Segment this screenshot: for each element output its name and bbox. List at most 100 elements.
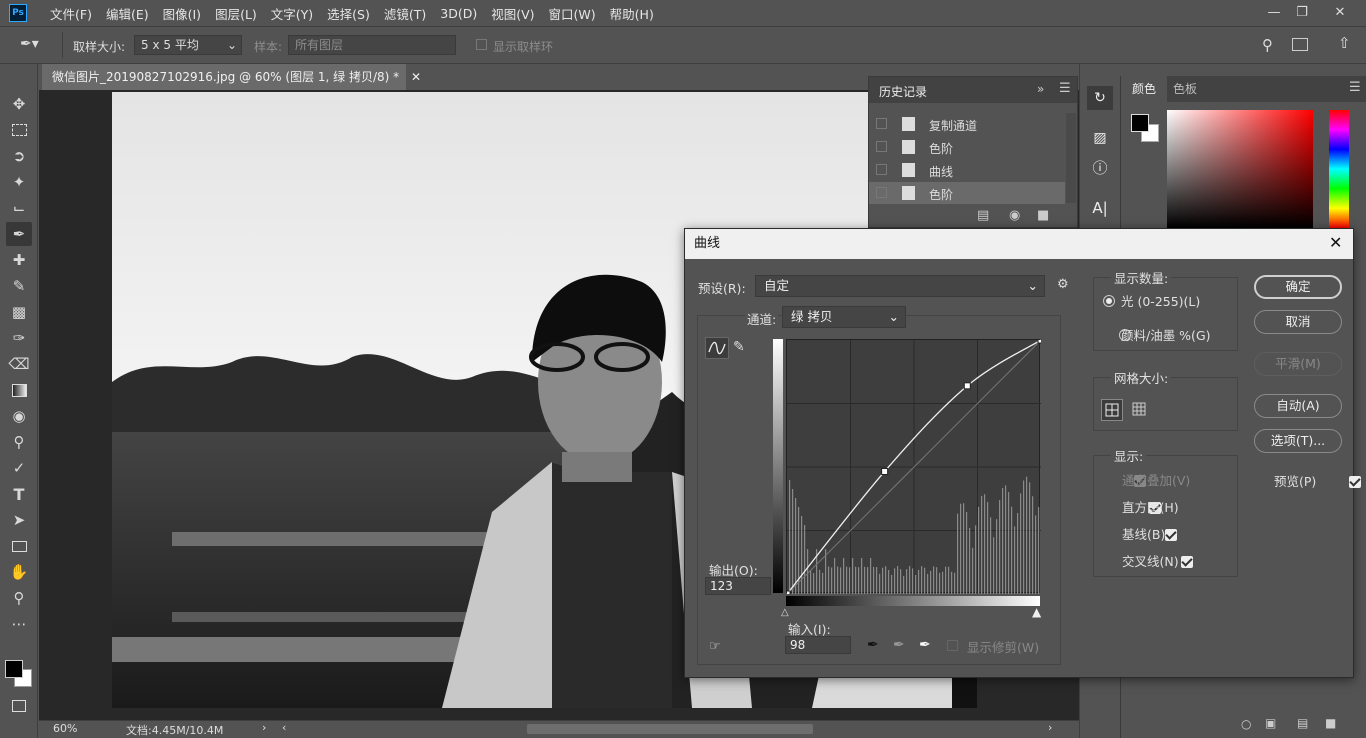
history-item-current[interactable]: 色阶: [869, 182, 1065, 204]
white-point-slider[interactable]: ▲: [1032, 605, 1041, 619]
camera-snapshot-icon[interactable]: ◉: [1009, 208, 1020, 223]
blur-tool-icon[interactable]: ◉: [6, 404, 32, 428]
search-icon[interactable]: ⚲: [1262, 36, 1273, 54]
close-tab-icon[interactable]: ✕: [411, 70, 421, 84]
lasso-tool-icon[interactable]: ➲: [6, 144, 32, 168]
history-snapshot-checkbox[interactable]: [876, 187, 887, 198]
channel-select[interactable]: 绿 拷贝 ⌄: [782, 306, 906, 328]
pencil-icon[interactable]: ✎: [733, 339, 745, 355]
crop-tool-icon[interactable]: ⌙: [6, 196, 32, 220]
history-item[interactable]: 色阶: [869, 136, 1065, 158]
pen-tool-icon[interactable]: ✓: [6, 456, 32, 480]
mask-icon[interactable]: ▣: [1265, 716, 1276, 730]
horizontal-scrollbar-thumb[interactable]: [527, 724, 813, 734]
light-radio[interactable]: [1103, 294, 1115, 307]
menu-file[interactable]: 文件(F): [43, 4, 99, 23]
curves-graph[interactable]: [783, 336, 1045, 598]
on-image-adjust-icon[interactable]: ☞: [709, 639, 721, 654]
history-item[interactable]: 曲线: [869, 159, 1065, 181]
type-tool-icon[interactable]: T: [6, 482, 32, 506]
move-tool-icon[interactable]: ✥: [6, 92, 32, 116]
curve-point-tool[interactable]: [705, 337, 729, 359]
panel-menu-icon[interactable]: ☰: [1059, 81, 1071, 96]
scroll-right-icon[interactable]: ›: [1048, 721, 1052, 734]
restore-button[interactable]: ❐: [1282, 0, 1322, 24]
menu-type[interactable]: 文字(Y): [264, 4, 320, 23]
gradient-tool-icon[interactable]: [6, 378, 32, 402]
dialog-titlebar[interactable]: 曲线: [685, 229, 1353, 259]
foreground-color-swatch[interactable]: [5, 660, 23, 678]
chevron-right-icon[interactable]: ›: [262, 721, 266, 734]
ok-button[interactable]: 确定: [1254, 275, 1342, 299]
new-document-from-state-icon[interactable]: ▤: [977, 208, 989, 223]
trash-icon[interactable]: ■: [1325, 716, 1336, 730]
3d-panel-icon[interactable]: ▨: [1087, 126, 1113, 150]
zoom-level[interactable]: 60%: [53, 722, 77, 735]
tab-swatches[interactable]: 色板: [1173, 76, 1197, 102]
history-panel-title[interactable]: 历史记录: [879, 83, 927, 100]
trash-icon[interactable]: ■: [1037, 208, 1049, 223]
curve-control-point[interactable]: [963, 382, 971, 390]
baseline-checkbox[interactable]: [1165, 528, 1178, 541]
gray-eyedropper-icon[interactable]: ✒: [893, 637, 905, 653]
history-snapshot-checkbox[interactable]: [876, 118, 887, 129]
black-point-slider[interactable]: △: [781, 607, 789, 618]
menu-view[interactable]: 视图(V): [484, 4, 541, 23]
menu-layer[interactable]: 图层(L): [208, 4, 264, 23]
character-panel-icon[interactable]: A|: [1087, 196, 1113, 220]
share-icon[interactable]: ⇧: [1338, 34, 1351, 52]
preset-select[interactable]: 自定 ⌄: [755, 275, 1045, 297]
white-eyedropper-icon[interactable]: ✒: [919, 637, 931, 653]
scroll-left-icon[interactable]: ‹: [282, 721, 286, 734]
output-field[interactable]: 123: [705, 577, 771, 595]
detailed-grid-icon[interactable]: [1129, 399, 1151, 421]
options-button[interactable]: 选项(T)...: [1254, 429, 1342, 453]
close-window-button[interactable]: ✕: [1320, 0, 1360, 24]
menu-filter[interactable]: 滤镜(T): [377, 4, 433, 23]
history-brush-tool-icon[interactable]: ✑: [6, 326, 32, 350]
brush-tool-icon[interactable]: ✎: [6, 274, 32, 298]
show-ring-checkbox[interactable]: [476, 39, 487, 50]
eyedropper-tool-icon[interactable]: ✒: [6, 222, 32, 246]
history-snapshot-checkbox[interactable]: [876, 141, 887, 152]
magic-wand-tool-icon[interactable]: ✦: [6, 170, 32, 194]
intersection-checkbox[interactable]: [1181, 555, 1194, 568]
eyedropper-preset-icon[interactable]: ✒▾: [20, 36, 50, 56]
auto-button[interactable]: 自动(A): [1254, 394, 1342, 418]
clone-stamp-tool-icon[interactable]: ▩: [6, 300, 32, 324]
quick-mask-icon[interactable]: [6, 694, 32, 718]
history-item[interactable]: 复制通道: [869, 113, 1065, 135]
history-snapshot-checkbox[interactable]: [876, 164, 887, 175]
gear-icon[interactable]: ⚙: [1057, 277, 1069, 292]
panel-menu-icon[interactable]: ☰: [1349, 80, 1361, 95]
panel-expand-icon[interactable]: »: [1037, 82, 1044, 96]
dialog-close-icon[interactable]: ✕: [1329, 233, 1342, 252]
sample-select[interactable]: 所有图层: [288, 35, 456, 55]
eraser-tool-icon[interactable]: ⌫: [6, 352, 32, 376]
menu-edit[interactable]: 编辑(E): [99, 4, 156, 23]
new-group-icon[interactable]: ○: [1241, 717, 1251, 731]
menu-help[interactable]: 帮助(H): [603, 4, 661, 23]
show-clipping-checkbox[interactable]: [947, 640, 958, 651]
smooth-button[interactable]: 平滑(M): [1254, 352, 1342, 376]
simple-grid-icon[interactable]: [1101, 399, 1123, 421]
tab-color[interactable]: 颜色: [1121, 76, 1167, 102]
black-eyedropper-icon[interactable]: ✒: [867, 637, 879, 653]
workspace-icon[interactable]: [1292, 38, 1308, 51]
document-tab[interactable]: 微信图片_20190827102916.jpg @ 60% (图层 1, 绿 拷…: [42, 64, 421, 90]
color-picker-field[interactable]: [1167, 110, 1313, 228]
new-item-icon[interactable]: ▤: [1297, 716, 1308, 730]
zoom-tool-icon[interactable]: ⚲: [6, 586, 32, 610]
cancel-button[interactable]: 取消: [1254, 310, 1342, 334]
dodge-tool-icon[interactable]: ⚲: [6, 430, 32, 454]
menu-select[interactable]: 选择(S): [320, 4, 377, 23]
healing-brush-tool-icon[interactable]: ✚: [6, 248, 32, 272]
history-scrollbar[interactable]: [1066, 113, 1076, 203]
history-panel-icon[interactable]: ↻: [1087, 86, 1113, 110]
menu-image[interactable]: 图像(I): [156, 4, 208, 23]
menu-window[interactable]: 窗口(W): [542, 4, 603, 23]
sample-size-select[interactable]: 5 x 5 平均 ⌄: [134, 35, 242, 55]
rectangle-tool-icon[interactable]: [6, 534, 32, 558]
curve-control-point[interactable]: [1037, 336, 1045, 344]
path-selection-tool-icon[interactable]: ➤: [6, 508, 32, 532]
